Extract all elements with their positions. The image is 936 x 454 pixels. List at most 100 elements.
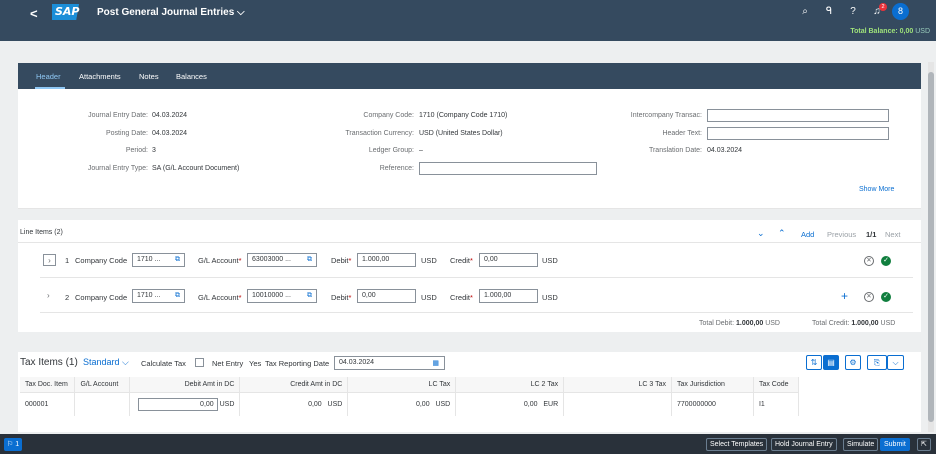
messages-button[interactable]: ⚐ 1 [4, 438, 23, 451]
column-header[interactable]: LC 2 Tax [455, 377, 565, 393]
value-help-icon[interactable]: ⧉ [175, 292, 180, 300]
credit-label: Credit* [450, 293, 473, 302]
message-icon: ⚐ [7, 441, 14, 448]
column-header[interactable]: Tax Code [753, 377, 800, 393]
column-header[interactable]: LC 3 Tax [563, 377, 672, 393]
show-more-link[interactable]: Show More [859, 186, 894, 193]
tab-notes[interactable]: Notes [139, 72, 159, 81]
delete-icon[interactable]: ✕ [864, 292, 874, 302]
debit-amt-cell: 0,00 USD [129, 392, 241, 416]
avatar[interactable]: 8 [892, 3, 909, 20]
company-code-label: Company Code [75, 256, 128, 265]
app-title[interactable]: Post General Journal Entries ⌵ [97, 7, 245, 18]
debit-currency: USD [421, 293, 437, 302]
total-credit-currency: USD [880, 320, 896, 327]
export-icon[interactable]: ⎘ [867, 355, 887, 370]
hold-journal-entry-button[interactable]: Hold Journal Entry [771, 438, 837, 451]
expand-all-icon[interactable]: ⌃ [778, 228, 786, 239]
company-code-label: Company Code [75, 293, 128, 302]
back-icon[interactable]: < [30, 6, 38, 21]
ledger-group-value: – [419, 147, 423, 154]
column-header[interactable]: LC Tax [347, 377, 457, 393]
intercompany-label: Intercompany Transac: [630, 112, 702, 119]
select-templates-button[interactable]: Select Templates [706, 438, 768, 451]
assistant-icon[interactable]: ᑫ [822, 6, 836, 17]
tax-doc-item-cell: 000001 [20, 392, 76, 416]
gl-account-value: 63003000 ... [252, 256, 291, 263]
tax-items-table: Tax Doc. Item G/L Account Debit Amt in D… [20, 377, 800, 416]
column-header[interactable]: Debit Amt in DC [129, 377, 241, 393]
company-code-field[interactable]: 1710 ... ⧉ [132, 289, 185, 303]
net-entry-value: Yes [249, 359, 262, 368]
credit-input[interactable]: 1.000,00 [479, 289, 538, 303]
column-settings-icon[interactable]: ▤ [823, 355, 839, 370]
total-balance-value: Total Balance: 0,00 [850, 28, 914, 35]
debit-input[interactable]: 0,00 [357, 289, 416, 303]
collapse-all-icon[interactable]: ⌄ [757, 228, 765, 239]
lc3-tax-cell [563, 392, 672, 416]
table-row[interactable]: 000001 0,00 USD 0,00 USD 0,00 USD 0,00 E… [20, 392, 800, 416]
intercompany-input[interactable] [707, 109, 889, 122]
variant-label: Standard [83, 357, 120, 367]
line-item-number: 2 [65, 293, 70, 302]
check-icon: ✓ [881, 256, 891, 266]
previous-button[interactable]: Previous [827, 230, 856, 239]
header-text-input[interactable] [707, 127, 889, 140]
share-icon[interactable]: ⇱ [917, 438, 931, 451]
simulate-button[interactable]: Simulate [843, 438, 879, 451]
calendar-icon[interactable]: ▦ [432, 359, 439, 367]
add-icon[interactable]: + [841, 289, 848, 303]
export-menu-chevron-icon[interactable]: ⌵ [887, 355, 904, 370]
column-header[interactable]: G/L Account [74, 377, 131, 393]
tab-header[interactable]: Header [36, 72, 61, 81]
debit-input[interactable]: 1.000,00 [357, 253, 416, 267]
credit-currency: USD [542, 256, 558, 265]
variant-selector[interactable]: Standard ⌵ [83, 357, 129, 368]
chevron-right-icon[interactable]: › [43, 254, 56, 266]
next-button[interactable]: Next [885, 230, 900, 239]
gl-account-label: G/L Account* [198, 256, 242, 265]
gl-account-field[interactable]: 10010000 ... ⧉ [247, 289, 317, 303]
calculate-tax-checkbox[interactable] [195, 358, 204, 367]
company-code-field[interactable]: 1710 ... ⧉ [132, 253, 185, 267]
tax-reporting-date-input[interactable]: 04.03.2024 ▦ [334, 356, 445, 370]
reference-input[interactable] [419, 162, 597, 175]
shell-bar: < SAP Post General Journal Entries ⌵ ⌕ ᑫ… [0, 0, 936, 41]
tab-attachments[interactable]: Attachments [79, 72, 121, 81]
total-debit: Total Debit: 1.000,00 USD [699, 320, 780, 327]
column-header[interactable]: Tax Doc. Item [20, 377, 76, 393]
chevron-right-icon[interactable]: › [47, 291, 50, 300]
value-help-icon[interactable]: ⧉ [307, 292, 312, 300]
total-credit-value: 1.000,00 [851, 320, 879, 327]
delete-icon[interactable]: ✕ [864, 256, 874, 266]
gl-account-label: G/L Account* [198, 293, 242, 302]
calculate-tax-label: Calculate Tax [141, 359, 186, 368]
credit-input[interactable]: 0,00 [479, 253, 538, 267]
sort-icon[interactable]: ⇅ [806, 355, 822, 370]
add-button[interactable]: Add [801, 230, 814, 239]
debit-amt-input[interactable]: 0,00 [137, 397, 218, 411]
gear-icon[interactable]: ⚙ [845, 355, 861, 370]
value-help-icon[interactable]: ⧉ [307, 256, 312, 264]
value-help-icon[interactable]: ⧉ [175, 256, 180, 264]
translation-date-value: 04.03.2024 [707, 147, 743, 154]
journal-entry-date-label: Journal Entry Date: [88, 112, 148, 119]
submit-button[interactable]: Submit [880, 438, 910, 451]
logo-text: SAP [55, 5, 80, 18]
total-balance: Total Balance: 0,00 USD [850, 28, 930, 35]
journal-entry-type-label: Journal Entry Type: [87, 165, 148, 172]
debit-label: Debit* [331, 293, 352, 302]
column-header[interactable]: Credit Amt in DC [239, 377, 349, 393]
help-icon[interactable]: ? [846, 6, 860, 17]
gl-account-field[interactable]: 63003000 ... ⧉ [247, 253, 317, 267]
period-value: 3 [152, 147, 156, 154]
column-header[interactable]: Tax Jurisdiction [671, 377, 754, 393]
debit-label-text: Debit [331, 256, 349, 265]
lc-tax-value: 0,00 [415, 400, 430, 408]
tab-balances[interactable]: Balances [176, 72, 207, 81]
gl-account-value: 10010000 ... [252, 292, 291, 299]
translation-date-label: Translation Date: [648, 147, 702, 154]
search-icon[interactable]: ⌕ [798, 6, 812, 17]
total-debit-value: 1.000,00 [735, 320, 764, 327]
scrollbar-thumb[interactable] [928, 72, 934, 422]
